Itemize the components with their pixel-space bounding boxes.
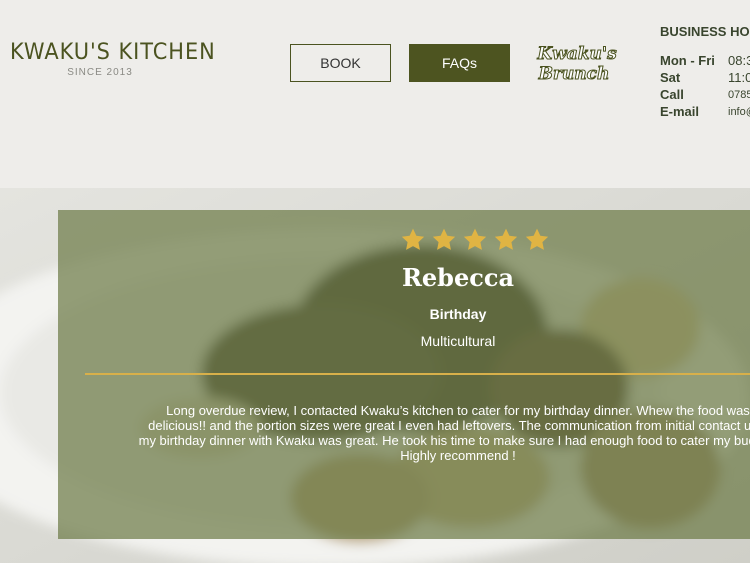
phone-link[interactable]: 0785 bbox=[728, 89, 750, 101]
star-icon bbox=[525, 228, 549, 250]
hours-row-call: Call 0785 bbox=[660, 86, 750, 103]
reviewer-name: Rebecca bbox=[401, 263, 515, 292]
hours-label: E-mail bbox=[660, 104, 700, 119]
star-icon bbox=[494, 228, 518, 250]
review-occasion: Birthday bbox=[429, 306, 487, 322]
email-link[interactable]: info@ bbox=[728, 106, 750, 118]
hours-label: Mon - Fri bbox=[660, 53, 715, 68]
hours-row-weekday: Mon - Fri 08:3 bbox=[660, 52, 750, 69]
faqs-button[interactable]: FAQs bbox=[409, 44, 510, 82]
page: KWAKU'S KITCHEN SINCE 2013 BOOK FAQs Kwa… bbox=[0, 0, 750, 563]
hours-value: 08:3 bbox=[728, 53, 750, 68]
book-button[interactable]: BOOK bbox=[290, 44, 391, 82]
logo-since: SINCE 2013 bbox=[67, 67, 133, 78]
star-icon bbox=[401, 228, 425, 250]
hours-label: Call bbox=[660, 87, 684, 102]
business-hours: BUSINESS HOURS Mon - Fri 08:3 Sat 11:0 C… bbox=[660, 24, 750, 120]
hours-row-email: E-mail info@ bbox=[660, 103, 750, 120]
brunch-logo-line1: Kwaku's bbox=[536, 44, 617, 64]
business-hours-title: BUSINESS HOURS bbox=[660, 24, 750, 39]
brunch-logo[interactable]: Kwaku's Brunch bbox=[534, 41, 620, 85]
rating-stars bbox=[400, 227, 550, 253]
brunch-logo-line2: Brunch bbox=[538, 64, 610, 84]
hours-label: Sat bbox=[660, 70, 681, 85]
logo-name: KWAKU'S KITCHEN bbox=[10, 40, 216, 65]
review-cuisine: Multicultural bbox=[420, 333, 496, 349]
hours-value: 11:0 bbox=[728, 70, 750, 85]
star-icon bbox=[463, 228, 487, 250]
site-logo[interactable]: KWAKU'S KITCHEN SINCE 2013 bbox=[10, 40, 216, 78]
review-divider bbox=[85, 373, 750, 375]
review-text: Long overdue review, I contacted Kwaku’s… bbox=[138, 403, 750, 463]
site-header: KWAKU'S KITCHEN SINCE 2013 BOOK FAQs Kwa… bbox=[0, 0, 750, 188]
hours-row-saturday: Sat 11:0 bbox=[660, 69, 750, 86]
star-icon bbox=[432, 228, 456, 250]
